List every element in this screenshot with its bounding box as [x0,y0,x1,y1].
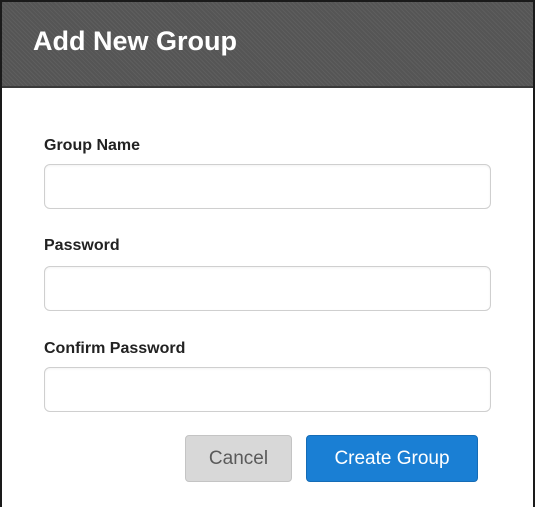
group-name-label: Group Name [44,137,141,154]
dialog-header: Add New Group [2,2,533,88]
password-input[interactable] [44,266,491,311]
group-name-input[interactable] [44,164,491,209]
password-label: Password [44,237,120,254]
confirm-password-input[interactable] [44,367,491,412]
cancel-button[interactable]: Cancel [185,435,292,482]
dialog-title: Add New Group [33,26,237,56]
create-group-button[interactable]: Create Group [306,435,478,482]
confirm-password-label: Confirm Password [44,340,186,357]
add-group-dialog: Add New Group Group Name Password Confir… [0,0,535,507]
